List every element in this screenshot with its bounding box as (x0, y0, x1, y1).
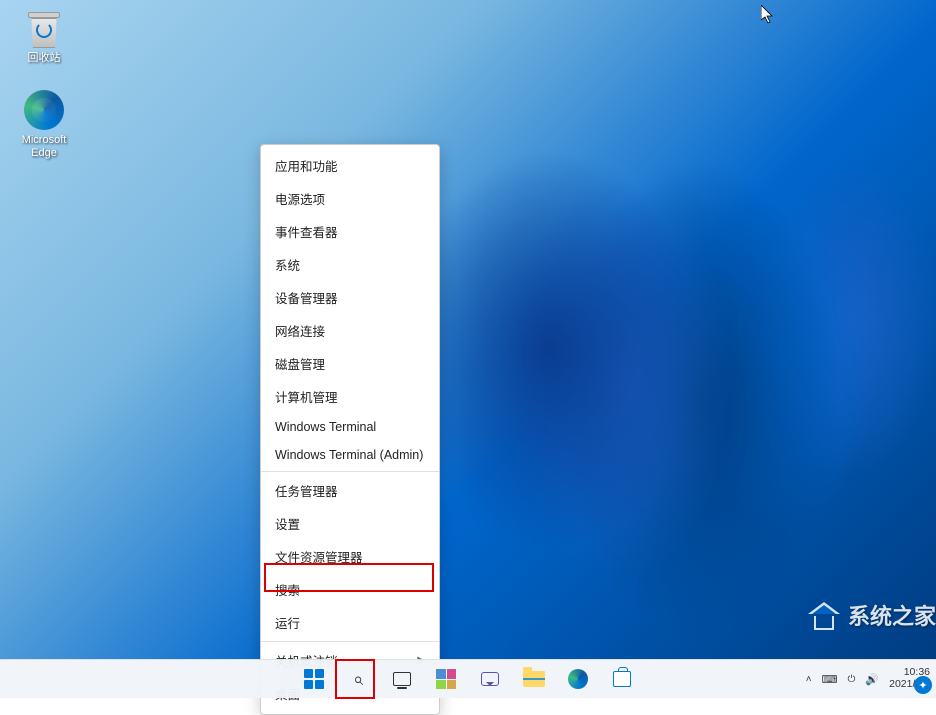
menu-item-system[interactable]: 系统 (261, 248, 439, 281)
taskview-button[interactable] (383, 660, 421, 698)
menu-separator (261, 471, 439, 472)
edge-button[interactable] (559, 660, 597, 698)
menu-item-settings[interactable]: 设置 (261, 507, 439, 540)
menu-item-event-viewer[interactable]: 事件查看器 (261, 215, 439, 248)
menu-item-terminal[interactable]: Windows Terminal (261, 413, 439, 441)
accessibility-badge-icon[interactable]: ✦ (914, 676, 932, 694)
taskbar-center: ⌕ (295, 660, 641, 698)
volume-icon[interactable]: 🔊 (865, 673, 879, 686)
menu-item-network[interactable]: 网络连接 (261, 314, 439, 347)
search-button[interactable]: ⌕ (339, 660, 377, 698)
watermark-house-icon (808, 600, 842, 630)
edge-icon (568, 669, 588, 689)
taskbar: ⌕ ˄ ⌨ ⏻ 🔊 10:36 2021/7/1 (0, 659, 936, 698)
store-icon (613, 671, 631, 687)
chat-icon (481, 672, 499, 686)
taskview-icon (393, 672, 411, 686)
system-tray: ˄ ⌨ ⏻ 🔊 10:36 2021/7/1 (806, 660, 930, 698)
menu-item-terminal-admin[interactable]: Windows Terminal (Admin) (261, 441, 439, 469)
tray-icon[interactable]: ⏻ (848, 674, 856, 685)
start-button[interactable] (295, 660, 333, 698)
folder-icon (523, 671, 545, 687)
explorer-button[interactable] (515, 660, 553, 698)
menu-item-disk-mgmt[interactable]: 磁盘管理 (261, 347, 439, 380)
menu-item-computer-mgmt[interactable]: 计算机管理 (261, 380, 439, 413)
recycle-bin-icon (24, 8, 64, 48)
menu-item-run[interactable]: 运行 (261, 606, 439, 639)
menu-item-file-explorer[interactable]: 文件资源管理器 (261, 540, 439, 573)
watermark: 系统之家 (808, 599, 936, 631)
desktop-icon-label: 回收站 (8, 52, 80, 65)
menu-item-task-manager[interactable]: 任务管理器 (261, 474, 439, 507)
search-icon: ⌕ (353, 669, 363, 690)
desktop-icon-edge[interactable]: Microsoft Edge (8, 90, 80, 160)
desktop-icon-label: Microsoft Edge (8, 134, 80, 160)
menu-item-search[interactable]: 搜索 (261, 573, 439, 606)
widgets-button[interactable] (427, 660, 465, 698)
tray-overflow-button[interactable]: ˄ (806, 674, 812, 685)
menu-item-apps-features[interactable]: 应用和功能 (261, 149, 439, 182)
desktop[interactable]: 回收站 Microsoft Edge 应用和功能 电源选项 事件查看器 系统 设… (0, 0, 936, 659)
desktop-icon-recycle-bin[interactable]: 回收站 (8, 8, 80, 65)
watermark-text: 系统之家 (848, 599, 936, 631)
store-button[interactable] (603, 660, 641, 698)
wallpaper-bloom (0, 0, 936, 659)
winx-context-menu: 应用和功能 电源选项 事件查看器 系统 设备管理器 网络连接 磁盘管理 计算机管… (260, 144, 440, 715)
windows-logo-icon (304, 669, 324, 689)
menu-item-device-manager[interactable]: 设备管理器 (261, 281, 439, 314)
ime-icon[interactable]: ⌨ (822, 673, 838, 686)
chat-button[interactable] (471, 660, 509, 698)
widgets-icon (436, 669, 456, 689)
menu-separator (261, 641, 439, 642)
edge-icon (24, 90, 64, 130)
menu-item-power-options[interactable]: 电源选项 (261, 182, 439, 215)
